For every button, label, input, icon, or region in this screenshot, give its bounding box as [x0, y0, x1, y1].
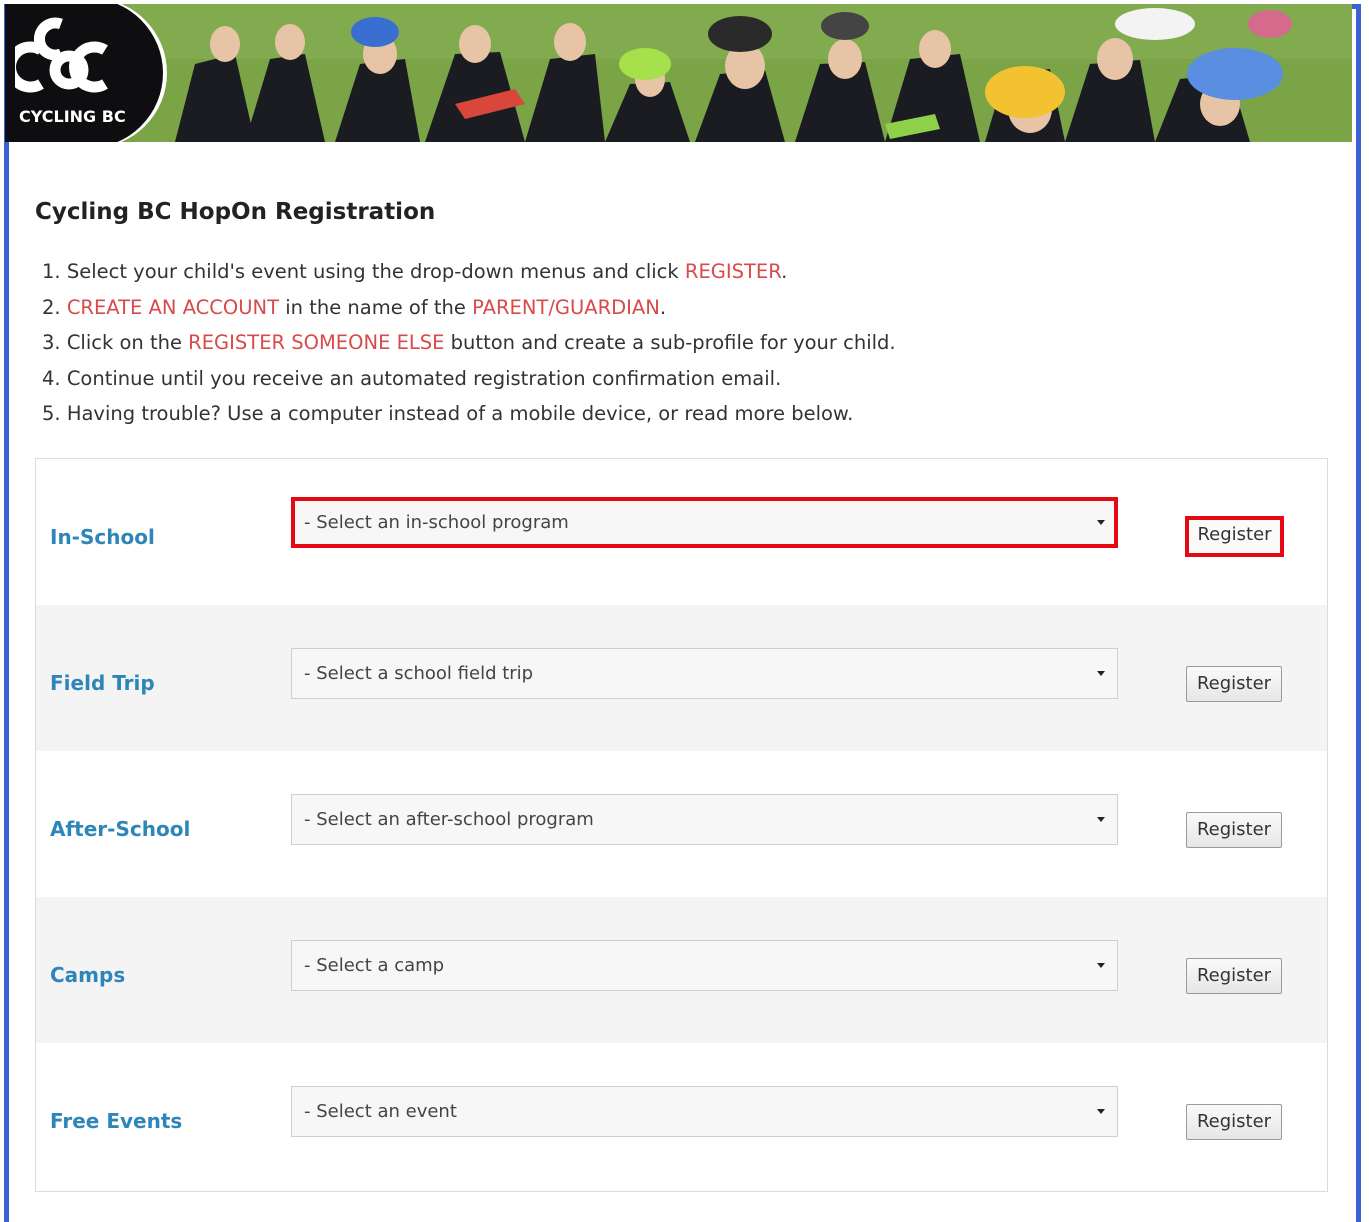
select-value: - Select an event: [304, 1101, 457, 1122]
field-trip-select[interactable]: - Select a school field trip: [291, 648, 1118, 699]
step-number: 3.: [42, 331, 61, 354]
instructions-list: 1. Select your child's event using the d…: [42, 258, 896, 436]
select-value: - Select an after-school program: [304, 809, 594, 830]
instruction-step: 5. Having trouble? Use a computer instea…: [42, 400, 896, 436]
instruction-step: 4. Continue until you receive an automat…: [42, 365, 896, 401]
instruction-step: 2. CREATE AN ACCOUNT in the name of the …: [42, 294, 896, 330]
caret-down-icon: [1097, 671, 1105, 676]
highlighted-keyword: PARENT/GUARDIAN: [472, 295, 660, 319]
step-text: button and create a sub-profile for your…: [444, 331, 896, 354]
program-label: Free Events: [50, 1109, 183, 1133]
caret-down-icon: [1097, 520, 1105, 525]
step-text: .: [659, 295, 667, 319]
caret-down-icon: [1097, 963, 1105, 968]
step-number: 1.: [42, 260, 61, 283]
register-button-free-events[interactable]: Register: [1186, 1104, 1282, 1140]
step-text: Continue until you receive an automated …: [66, 366, 782, 390]
register-button-in-school[interactable]: Register: [1185, 516, 1284, 557]
after-school-program-select[interactable]: - Select an after-school program: [291, 794, 1118, 845]
step-number: 2.: [42, 295, 61, 319]
logo-text: CYCLING BC: [19, 107, 126, 126]
highlighted-keyword: REGISTER: [684, 260, 782, 283]
step-number: 5.: [42, 402, 61, 425]
page-title: Cycling BC HopOn Registration: [35, 199, 436, 225]
camp-select[interactable]: - Select a camp: [291, 940, 1118, 991]
program-row-in-school: In-School - Select an in-school program …: [36, 459, 1327, 605]
program-label: After-School: [50, 817, 191, 841]
step-text: Click on the: [66, 331, 189, 354]
highlighted-keyword: REGISTER SOMEONE ELSE: [188, 331, 445, 354]
register-button-camps[interactable]: Register: [1186, 958, 1282, 994]
register-button-field-trip[interactable]: Register: [1186, 666, 1282, 702]
highlighted-keyword: CREATE AN ACCOUNT: [66, 295, 280, 319]
step-text: .: [781, 260, 788, 283]
program-selection-panel: In-School - Select an in-school program …: [35, 458, 1328, 1192]
step-text: in the name of the: [279, 295, 473, 319]
event-select[interactable]: - Select an event: [291, 1086, 1118, 1137]
instruction-step: 3. Click on the REGISTER SOMEONE ELSE bu…: [42, 329, 896, 365]
step-text: Having trouble? Use a computer instead o…: [66, 402, 854, 425]
program-label: Camps: [50, 963, 126, 987]
step-number: 4.: [42, 366, 61, 390]
program-label: In-School: [50, 525, 155, 549]
instruction-step: 1. Select your child's event using the d…: [42, 258, 896, 294]
header-banner: CYCLING BC: [5, 4, 1352, 142]
cycling-bc-logo[interactable]: CYCLING BC: [5, 4, 163, 142]
caret-down-icon: [1097, 1109, 1105, 1114]
program-row-field-trip: Field Trip - Select a school field trip …: [36, 605, 1327, 751]
select-value: - Select a camp: [304, 955, 445, 976]
select-value: - Select an in-school program: [304, 512, 569, 533]
step-text: Select your child's event using the drop…: [66, 260, 685, 283]
program-label: Field Trip: [50, 671, 155, 695]
register-button-after-school[interactable]: Register: [1186, 812, 1282, 848]
in-school-program-select[interactable]: - Select an in-school program: [291, 497, 1118, 548]
program-row-camps: Camps - Select a camp Register: [36, 897, 1327, 1043]
program-row-free-events: Free Events - Select an event Register: [36, 1043, 1327, 1189]
caret-down-icon: [1097, 817, 1105, 822]
ccc-logo-icon: [15, 17, 108, 93]
kids-on-bikes-photo: [5, 4, 1352, 142]
select-value: - Select a school field trip: [304, 663, 534, 684]
program-row-after-school: After-School - Select an after-school pr…: [36, 751, 1327, 897]
